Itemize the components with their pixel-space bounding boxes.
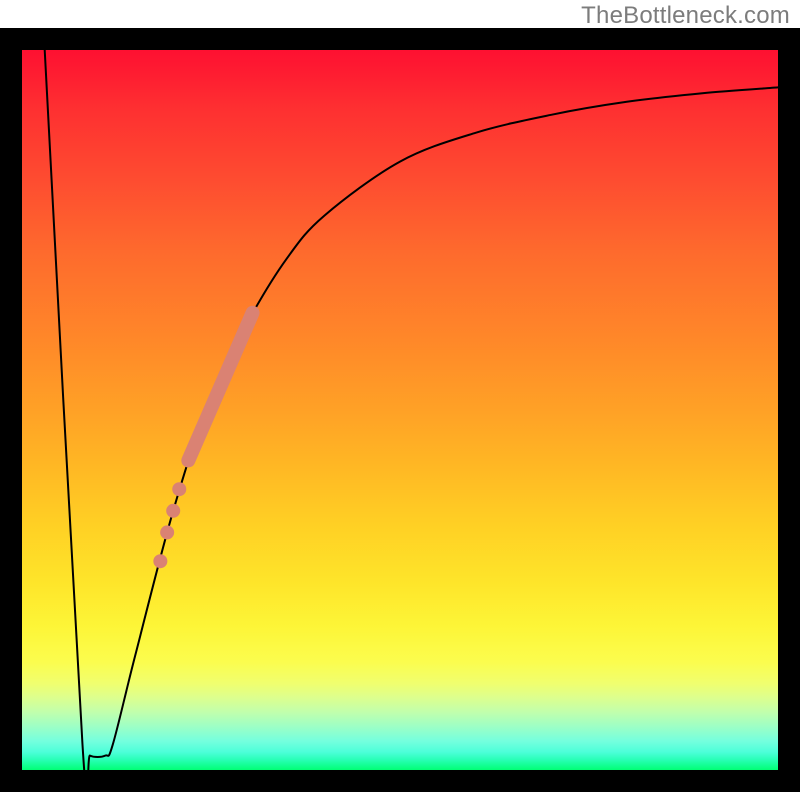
highlight-point [166,504,180,518]
attribution-label: TheBottleneck.com [581,2,790,30]
curve-svg [22,50,778,770]
plot-area [22,50,778,770]
chart-frame [0,28,800,792]
highlight-point [160,525,174,539]
bottleneck-curve [45,50,778,770]
highlight-point [172,482,186,496]
highlight-point [153,554,167,568]
bottleneck-chart: TheBottleneck.com [0,0,800,800]
highlight-layer [153,313,252,568]
highlight-segment [188,313,252,461]
